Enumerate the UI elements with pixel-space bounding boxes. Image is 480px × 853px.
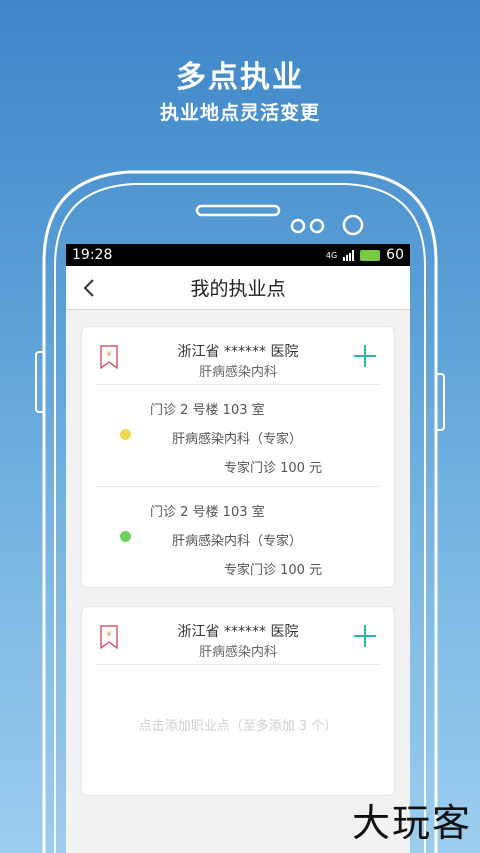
plus-icon[interactable] [352,623,378,649]
practice-item[interactable]: 门诊 2 号楼 103 室 肝病感染内科（专家） 专家门诊 100 元 [96,487,380,589]
chevron-left-icon[interactable] [78,276,102,300]
practice-fee: 专家门诊 100 元 [224,461,323,476]
phone-screen: 19:28 4G 60 我的执业点 ¥ 浙江省 ****** 医院 肝病感染内科 [66,244,410,853]
practice-department: 肝病感染内科（专家） [172,432,303,447]
practice-fee: 专家门诊 100 元 [224,563,323,578]
practice-department: 肝病感染内科（专家） [172,534,303,549]
signal-icon [343,249,355,261]
nav-bar: 我的执业点 [66,266,410,310]
hospital-department: 肝病感染内科 [198,365,277,380]
watermark-logo: 大玩客 [351,801,472,845]
card-header: ¥ 浙江省 ****** 医院 肝病感染内科 [96,327,380,385]
battery-level: 60 [386,247,404,263]
hospital-card: ¥ 浙江省 ****** 医院 肝病感染内科 门诊 2 号楼 103 室 肝病感… [81,326,395,588]
battery-icon [360,249,381,261]
status-dot [120,531,131,542]
empty-hint[interactable]: 点击添加职业点（至多添加 3 个） [82,715,394,734]
practice-location: 门诊 2 号楼 103 室 [150,403,265,418]
status-dot [120,429,131,440]
practice-item[interactable]: 门诊 2 号楼 103 室 肝病感染内科（专家） 专家门诊 100 元 [96,385,380,487]
page-title: 我的执业点 [190,278,286,300]
practice-location: 门诊 2 号楼 103 室 [150,505,265,520]
status-time: 19:28 [72,247,113,263]
status-bar: 19:28 4G 60 [66,244,410,266]
hospital-card: ¥ 浙江省 ****** 医院 肝病感染内科 点击添加职业点（至多添加 3 个） [81,606,395,796]
plus-icon[interactable] [352,343,378,369]
card-header: ¥ 浙江省 ****** 医院 肝病感染内科 [96,607,380,665]
hospital-name: 浙江省 ****** 医院 [177,624,299,640]
network-label: 4G [325,250,338,260]
hospital-department: 肝病感染内科 [198,645,277,660]
hospital-name: 浙江省 ****** 医院 [177,344,299,360]
